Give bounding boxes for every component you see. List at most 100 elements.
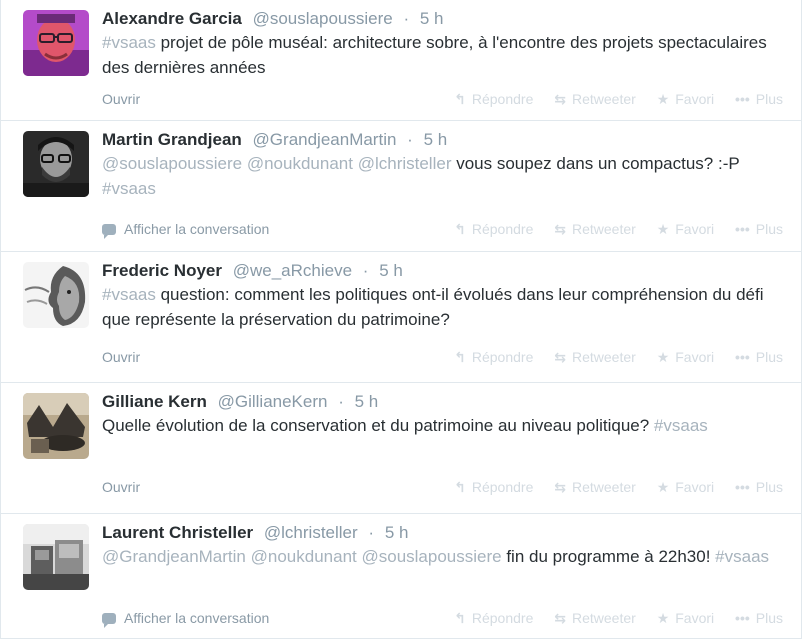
tweet-header: Alexandre Garcia @souslapoussiere · 5 h (102, 8, 783, 30)
favorite-label: Favori (675, 479, 715, 495)
reply-button[interactable]: ↰ Répondre (454, 349, 533, 366)
favorite-label: Favori (675, 91, 715, 107)
favorite-button[interactable]: ★ Favori (657, 479, 714, 496)
username[interactable]: @souslapoussiere (253, 9, 393, 28)
mention-link[interactable]: @souslapoussiere (361, 547, 501, 566)
tweet-content: Gilliane Kern @GillianeKern · 5 h Quelle… (102, 391, 783, 438)
avatar[interactable] (23, 393, 89, 459)
fullname[interactable]: Martin Grandjean (102, 130, 242, 149)
reply-label: Répondre (471, 610, 534, 626)
tweet-text: #vsaas question: comment les politiques … (102, 282, 783, 332)
username[interactable]: @lchristeller (264, 523, 358, 542)
mention-link[interactable]: @noukdunant (251, 547, 357, 566)
text-segment: Quelle évolution de la conservation et d… (102, 416, 654, 435)
tweet[interactable]: Martin Grandjean @GrandjeanMartin · 5 h … (1, 121, 801, 252)
reply-button[interactable]: ↰ Répondre (454, 610, 533, 627)
tweet-actions: ↰ Répondre ⇆ Retweeter ★ Favori ••• Plus (437, 349, 783, 366)
open-link[interactable]: Ouvrir (102, 479, 140, 495)
fullname[interactable]: Alexandre Garcia (102, 9, 242, 28)
retweet-icon: ⇆ (554, 91, 566, 107)
timestamp[interactable]: 5 h (355, 392, 379, 411)
mention-link[interactable]: @GrandjeanMartin (102, 547, 246, 566)
avatar[interactable] (23, 524, 89, 590)
more-button[interactable]: ••• Plus (735, 221, 783, 237)
reply-label: Répondre (471, 91, 534, 107)
ellipsis-icon: ••• (735, 221, 750, 237)
star-icon: ★ (656, 91, 670, 107)
reply-label: Répondre (471, 479, 534, 495)
more-label: Plus (755, 91, 783, 107)
tweet-footer: Ouvrir ↰ Répondre ⇆ Retweeter ★ Favori ••• P… (102, 347, 783, 369)
reply-button[interactable]: ↰ Répondre (454, 221, 533, 238)
retweet-label: Retweeter (571, 610, 636, 626)
ellipsis-icon: ••• (735, 610, 750, 626)
hashtag-link[interactable]: #vsaas (102, 179, 156, 198)
open-link[interactable]: Ouvrir (102, 91, 140, 107)
retweet-button[interactable]: ⇆ Retweeter (554, 91, 636, 108)
timestamp[interactable]: 5 h (385, 523, 409, 542)
text-segment: fin du programme à 22h30! (501, 547, 716, 566)
fullname[interactable]: Frederic Noyer (102, 261, 222, 280)
fullname[interactable]: Gilliane Kern (102, 392, 207, 411)
hashtag-link[interactable]: #vsaas (715, 547, 769, 566)
retweet-button[interactable]: ⇆ Retweeter (554, 349, 636, 366)
star-icon: ★ (656, 221, 670, 237)
reply-arrow-icon: ↰ (454, 221, 466, 237)
tweet[interactable]: Laurent Christeller @lchristeller · 5 h … (1, 514, 801, 639)
favorite-button[interactable]: ★ Favori (657, 349, 714, 366)
star-icon: ★ (656, 349, 670, 365)
retweet-button[interactable]: ⇆ Retweeter (554, 610, 636, 627)
view-conversation-link[interactable]: Afficher la conversation (102, 610, 270, 628)
retweet-button[interactable]: ⇆ Retweeter (554, 479, 636, 496)
username[interactable]: @GrandjeanMartin (253, 130, 397, 149)
favorite-button[interactable]: ★ Favori (657, 610, 714, 627)
reply-button[interactable]: ↰ Répondre (454, 91, 533, 108)
tweet[interactable]: Frederic Noyer @we_aRchieve · 5 h #vsaas… (1, 252, 801, 383)
tweet[interactable]: Alexandre Garcia @souslapoussiere · 5 h … (1, 0, 801, 121)
avatar[interactable] (23, 131, 89, 197)
mention-link[interactable]: @noukdunant (247, 154, 353, 173)
timestamp[interactable]: 5 h (379, 261, 403, 280)
more-label: Plus (755, 349, 783, 365)
view-conversation-link[interactable]: Afficher la conversation (102, 221, 269, 239)
favorite-button[interactable]: ★ Favori (657, 91, 714, 108)
username[interactable]: @we_aRchieve (233, 261, 352, 280)
retweet-icon: ⇆ (554, 349, 566, 365)
text-segment: vous soupez dans un compactus? :-P (451, 154, 740, 173)
more-button[interactable]: ••• Plus (735, 479, 783, 495)
mention-link[interactable]: @lchristeller (358, 154, 452, 173)
open-link[interactable]: Ouvrir (102, 349, 140, 365)
more-button[interactable]: ••• Plus (735, 91, 783, 107)
reply-button[interactable]: ↰ Répondre (454, 479, 533, 496)
tweet-footer: Ouvrir ↰ Répondre ⇆ Retweeter ★ Favori ••• P… (102, 477, 783, 499)
retweet-button[interactable]: ⇆ Retweeter (554, 221, 636, 238)
hashtag-link[interactable]: #vsaas (102, 285, 156, 304)
mention-link[interactable]: @souslapoussiere (102, 154, 242, 173)
reply-arrow-icon: ↰ (454, 610, 466, 626)
tweet-content: Frederic Noyer @we_aRchieve · 5 h #vsaas… (102, 260, 783, 332)
reply-arrow-icon: ↰ (454, 91, 466, 107)
view-conversation-label: Afficher la conversation (124, 610, 270, 626)
tweet[interactable]: Gilliane Kern @GillianeKern · 5 h Quelle… (1, 383, 801, 514)
avatar[interactable] (23, 10, 89, 76)
username[interactable]: @GillianeKern (218, 392, 328, 411)
hashtag-link[interactable]: #vsaas (102, 33, 156, 52)
tweet-text: @souslapoussiere @noukdunant @lchristell… (102, 151, 783, 201)
reply-label: Répondre (471, 349, 534, 365)
more-button[interactable]: ••• Plus (735, 349, 783, 365)
star-icon: ★ (656, 479, 670, 495)
avatar[interactable] (23, 262, 89, 328)
reply-arrow-icon: ↰ (454, 479, 466, 495)
hashtag-link[interactable]: #vsaas (654, 416, 708, 435)
more-button[interactable]: ••• Plus (735, 610, 783, 626)
ellipsis-icon: ••• (735, 91, 750, 107)
tweet-text: @GrandjeanMartin @noukdunant @souslapous… (102, 544, 783, 569)
retweet-label: Retweeter (571, 479, 636, 495)
tweet-actions: ↰ Répondre ⇆ Retweeter ★ Favori ••• Plus (437, 91, 783, 108)
favorite-label: Favori (675, 349, 715, 365)
retweet-label: Retweeter (571, 91, 636, 107)
timestamp[interactable]: 5 h (424, 130, 448, 149)
favorite-button[interactable]: ★ Favori (657, 221, 714, 238)
timestamp[interactable]: 5 h (420, 9, 444, 28)
fullname[interactable]: Laurent Christeller (102, 523, 253, 542)
